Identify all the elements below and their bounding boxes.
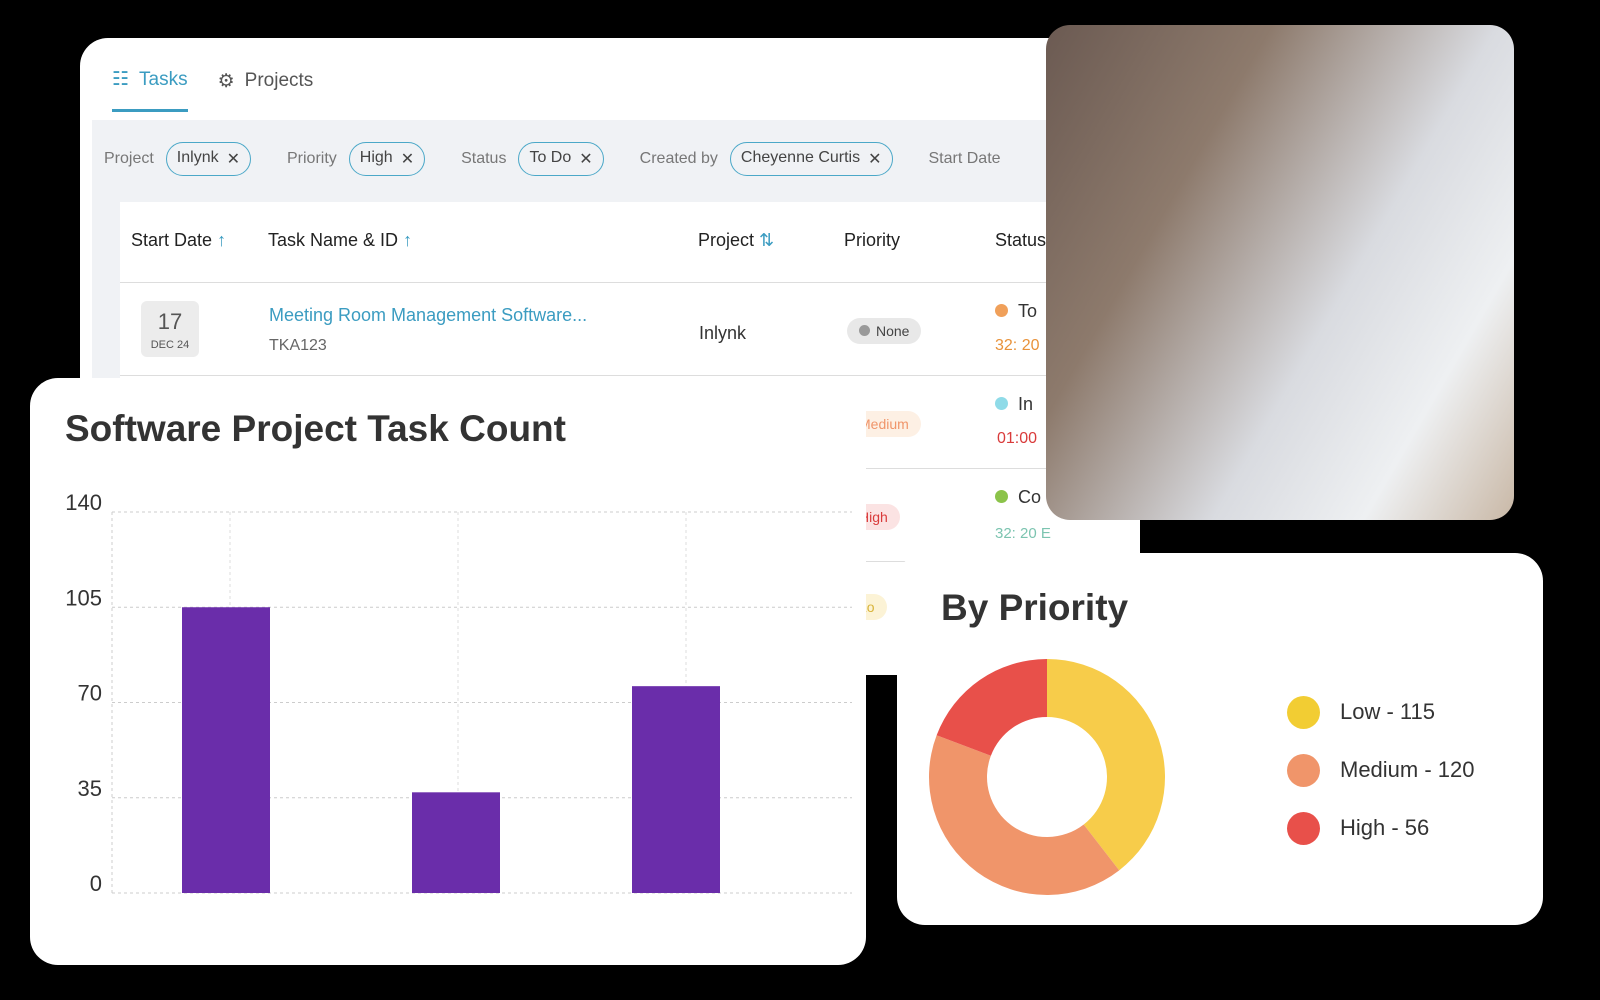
close-icon[interactable]: ✕ xyxy=(868,149,881,169)
tab-projects[interactable]: ⚙ Projects xyxy=(218,68,314,112)
close-icon[interactable]: ✕ xyxy=(579,149,592,169)
sort-az-icon: ⇅ xyxy=(759,230,775,250)
legend-item-high: High - 56 xyxy=(1287,799,1475,857)
status: To xyxy=(995,301,1037,322)
task-count-chart: Software Project Task Count 0 35 70 105 140 xyxy=(30,378,866,965)
priority-badge: None xyxy=(847,318,922,344)
header-task-name[interactable]: Task Name & ID ↑ xyxy=(268,230,412,251)
filter-chip-priority[interactable]: High ✕ xyxy=(348,142,426,176)
status: In xyxy=(995,394,1033,415)
sort-up-icon: ↑ xyxy=(217,230,227,250)
checklist-icon: ☷ xyxy=(112,69,130,90)
status: Co xyxy=(995,487,1041,508)
date-badge: 17 DEC 24 xyxy=(141,301,199,357)
filter-chip-project[interactable]: Inlynk ✕ xyxy=(165,142,251,176)
header-priority: Priority xyxy=(844,230,901,250)
filter-label: Created by xyxy=(639,150,718,167)
y-tick-label: 105 xyxy=(65,585,102,610)
task-id: TKA123 xyxy=(269,337,327,354)
table-row[interactable]: 17 DEC 24 Meeting Room Management Softwar… xyxy=(120,282,1140,375)
project-name: Inlynk xyxy=(699,323,747,343)
filter-label: Priority xyxy=(287,150,337,167)
header-status: Status xyxy=(995,230,1047,250)
y-tick-label: 0 xyxy=(90,871,102,896)
bar xyxy=(182,607,270,893)
filter-chip-status[interactable]: To Do ✕ xyxy=(518,142,604,176)
time: 32: 20 xyxy=(995,337,1040,354)
legend-item-low: Low - 115 xyxy=(1287,683,1475,741)
team-whiteboard-photo xyxy=(1046,25,1514,520)
filter-label: Start Date xyxy=(928,150,1001,167)
header-start-date[interactable]: Start Date ↑ xyxy=(131,230,226,251)
donut-slice-high xyxy=(936,659,1047,756)
bar-chart: 0 35 70 105 140 xyxy=(65,490,852,896)
clipboard-gear-icon: ⚙ xyxy=(217,70,235,92)
close-icon[interactable]: ✕ xyxy=(401,149,414,169)
close-icon[interactable]: ✕ xyxy=(227,149,240,169)
donut-slice-medium xyxy=(929,735,1120,895)
sort-up-icon: ↑ xyxy=(403,230,413,250)
y-tick-label: 35 xyxy=(78,776,102,801)
priority-donut-card: By Priority Low - 115 Medium - 120 High … xyxy=(897,553,1543,925)
filter-label: Status xyxy=(461,150,507,167)
filter-chip-created-by[interactable]: Cheyenne Curtis ✕ xyxy=(729,142,893,176)
header-project[interactable]: Project ⇅ xyxy=(698,230,774,251)
bar xyxy=(632,686,720,893)
filter-label: Project xyxy=(104,150,154,167)
y-tick-label: 70 xyxy=(78,681,102,706)
legend-item-medium: Medium - 120 xyxy=(1287,741,1475,799)
task-name-link[interactable]: Meeting Room Management Software... xyxy=(269,305,587,326)
time: 32: 20 E xyxy=(995,525,1051,542)
tab-tasks[interactable]: ☷ Tasks xyxy=(112,68,188,112)
time: 01:00 xyxy=(997,430,1038,447)
legend: Low - 115 Medium - 120 High - 56 xyxy=(1287,683,1475,857)
y-tick-label: 140 xyxy=(65,490,102,515)
bar xyxy=(412,792,500,893)
